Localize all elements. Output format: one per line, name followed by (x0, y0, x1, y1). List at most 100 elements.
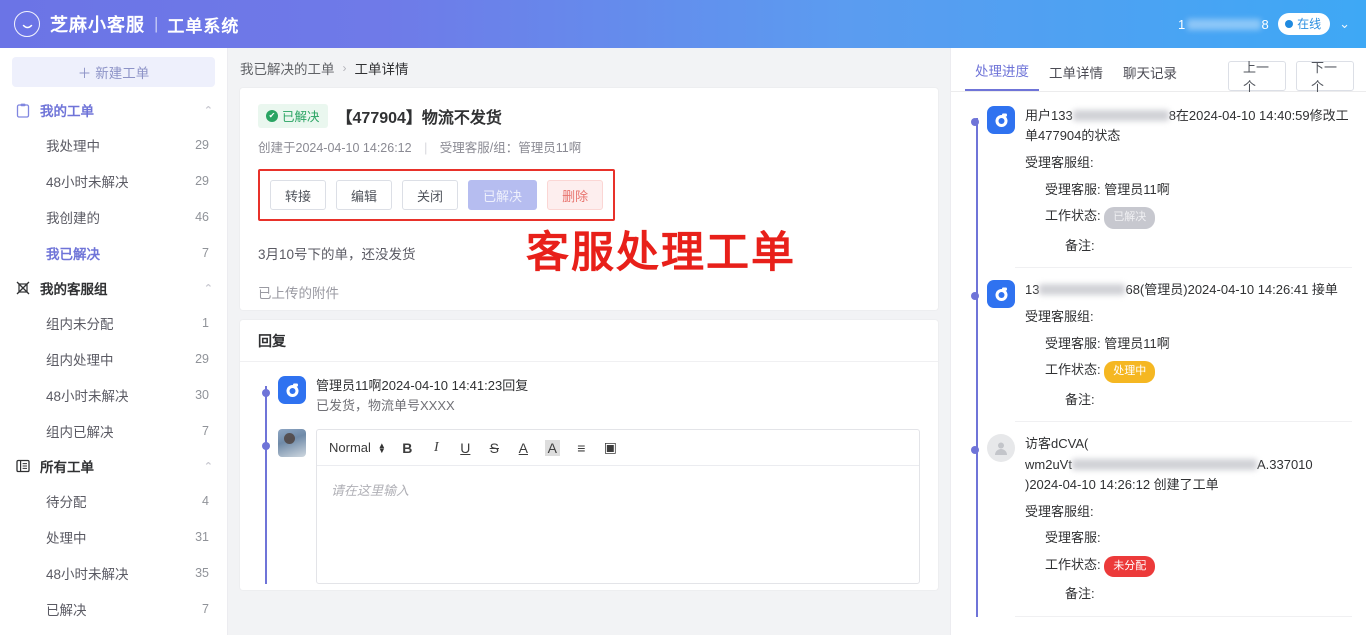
sidebar-item-2-3[interactable]: 已解决 7 (0, 591, 227, 627)
ticket-title: 【477904】物流不发货 (336, 110, 502, 127)
align-icon[interactable]: ≡ (574, 440, 589, 456)
ticket-action-button-3[interactable]: 已解决 (468, 180, 538, 210)
breadcrumb-parent[interactable]: 我已解决的工单 (240, 58, 335, 78)
brand-subtitle: 工单系统 (167, 16, 240, 36)
entry-group-label: 受理客服组: (1025, 503, 1094, 519)
sidebar-item-1-1[interactable]: 组内处理中 29 (0, 341, 227, 377)
user-account-label: 18 (1178, 17, 1269, 32)
app-avatar-icon (987, 280, 1015, 309)
entry-note-label: 备注: (1065, 237, 1095, 253)
reply-editor-row: Normal ▲ ▼ B I U S A A ≡ ▣ 请在这里输入 (260, 429, 920, 584)
progress-entry-content: 13 68(管理员)2024-04-10 14:26:41 接单 受理客服组: 受理客… (1025, 280, 1352, 409)
right-panel-tab-1[interactable]: 工单详情 (1039, 62, 1113, 91)
sidebar-item-1-3[interactable]: 组内已解决 7 (0, 413, 227, 449)
entry-divider (1015, 421, 1352, 423)
sidebar-item-count: 29 (195, 352, 209, 366)
entry-group-label: 受理客服组: (1025, 155, 1094, 171)
sidebar-item-2-1[interactable]: 处理中 31 (0, 519, 227, 555)
masked-segment (1039, 284, 1126, 296)
right-panel-tab-2[interactable]: 聊天记录 (1113, 62, 1187, 91)
ticket-action-button-2[interactable]: 关闭 (402, 180, 459, 210)
progress-entry-content: 访客dCVA(wm2uVt A.337010)2024-04-10 14:26:1… (1025, 434, 1352, 603)
progress-timeline: 用户133 8在2024-04-10 14:40:59修改工单477904的状态受… (951, 92, 1366, 617)
sidebar-item-2-0[interactable]: 待分配 4 (0, 483, 227, 519)
status-badge: 未分配 (1104, 555, 1156, 578)
sidebar-item-0-0[interactable]: 我处理中 29 (0, 127, 227, 163)
sidebar-group-header-2[interactable]: 所有工单 ⌃ (0, 449, 227, 483)
clipboard-icon (16, 103, 33, 118)
header-user-area[interactable]: 18 在线 ⌄ (1178, 13, 1366, 35)
ticket-meta: 创建于2024-04-10 14:26:12 | 受理客服/组：管理员11啊 (258, 137, 920, 156)
ticket-action-button-group: 转接 编辑 关闭 已解决 删除 (258, 169, 616, 221)
italic-icon[interactable]: I (429, 440, 444, 456)
entry-agent-row: 受理客服: (1025, 528, 1352, 548)
strikethrough-icon[interactable]: S (487, 440, 502, 456)
sidebar-item-count: 1 (202, 316, 209, 330)
sidebar-item-count: 7 (202, 424, 209, 438)
entry-status-label: 工作状态: (1045, 556, 1101, 572)
text-color-icon[interactable]: A (516, 440, 531, 456)
ticket-action-button-1[interactable]: 编辑 (336, 180, 393, 210)
ticket-body-text: 3月10号下的单，还没发货 (258, 247, 416, 262)
sidebar-group-label: 我的客服组 (40, 282, 108, 297)
ticket-body: 3月10号下的单，还没发货 已上传的附件 (258, 243, 920, 302)
ticket-title-row: ✔ 已解决 【477904】物流不发货 (258, 104, 920, 128)
entry-divider (1015, 615, 1352, 617)
progress-entry-row: 13 68(管理员)2024-04-10 14:26:41 接单 受理客服组: 受理客… (969, 280, 1352, 421)
right-panel-tab-0[interactable]: 处理进度 (965, 60, 1039, 91)
sidebar-item-0-3[interactable]: 我已解决 7 (0, 235, 227, 271)
new-ticket-button[interactable]: ＋ 新建工单 (12, 57, 215, 87)
plus-icon: ＋ (77, 66, 92, 81)
sidebar-group-list: 我的工单 ⌃ 我处理中 29 48小时未解决 29 我创建的 46 我已解决 7 我的客服组 ⌃ 组内未… (0, 93, 227, 627)
masked-segment (1072, 110, 1169, 121)
chevron-down-icon[interactable]: ⌄ (1339, 16, 1350, 32)
sidebar-item-label: 组内已解决 (46, 425, 114, 440)
sidebar-item-count: 7 (202, 602, 209, 616)
sidebar-item-1-2[interactable]: 48小时未解决 30 (0, 377, 227, 413)
sidebar-item-count: 30 (195, 388, 209, 402)
reply-input-placeholder[interactable]: 请在这里输入 (317, 466, 919, 513)
progress-entry-content: 用户133 8在2024-04-10 14:40:59修改工单477904的状态受… (1025, 106, 1352, 255)
reply-entry-header: 管理员11啊2024-04-10 14:41:23回复 (316, 378, 529, 393)
entry-status-row: 工作状态: 处理中 (1025, 360, 1352, 383)
sidebar-item-1-0[interactable]: 组内未分配 1 (0, 305, 227, 341)
progress-entry-row: 访客dCVA(wm2uVt A.337010)2024-04-10 14:26:1… (969, 434, 1352, 615)
entry-head-after: 68(管理员)2024-04-10 14:26:41 接单 (1125, 282, 1338, 298)
text-background-icon[interactable]: A (544, 439, 560, 456)
status-badge-online[interactable]: 在线 (1278, 13, 1331, 35)
sidebar-item-0-1[interactable]: 48小时未解决 29 (0, 163, 227, 199)
reply-section-title: 回复 (240, 320, 938, 362)
status-badge: 已解决 (1104, 207, 1156, 229)
next-ticket-button[interactable]: 下一个 (1296, 60, 1354, 94)
ticket-action-button-4[interactable]: 删除 (547, 180, 604, 210)
brand-logo-area[interactable]: 芝麻小客服 | 工单系统 (0, 11, 239, 37)
entry-status-label: 工作状态: (1045, 362, 1101, 378)
bold-icon[interactable]: B (400, 440, 415, 456)
entry-head-before: 用户133 (1025, 108, 1073, 123)
brand-name: 芝麻小客服 (50, 15, 145, 35)
reply-editor[interactable]: Normal ▲ ▼ B I U S A A ≡ ▣ 请在这里输入 (316, 429, 920, 584)
entry-head-before: 访客dCVA( (1025, 436, 1089, 452)
user-suffix: 8 (1261, 16, 1270, 32)
ticket-action-button-0[interactable]: 转接 (270, 180, 327, 210)
sidebar-group-header-1[interactable]: 我的客服组 ⌃ (0, 271, 227, 305)
online-dot-icon (1285, 19, 1294, 28)
user-masked-segment (1186, 18, 1261, 30)
timeline-dot (262, 389, 270, 397)
ticket-status-label: 已解决 (282, 110, 320, 124)
image-icon[interactable]: ▣ (603, 439, 618, 456)
reply-timeline: 管理员11啊2024-04-10 14:41:23回复 已发货，物流单号XXXX … (240, 362, 938, 584)
ticket-nav-buttons: 上一个 下一个 (1228, 60, 1354, 94)
sidebar-item-0-2[interactable]: 我创建的 46 (0, 199, 227, 235)
entry-note-label: 备注: (1065, 391, 1095, 407)
reply-entry: 管理员11啊2024-04-10 14:41:23回复 已发货，物流单号XXXX (260, 376, 920, 415)
underline-icon[interactable]: U (458, 440, 473, 456)
prev-ticket-button[interactable]: 上一个 (1228, 60, 1286, 94)
smiley-logo-icon (14, 11, 40, 37)
sidebar-item-label: 组内处理中 (46, 353, 114, 368)
format-select[interactable]: Normal ▲ ▼ (329, 440, 386, 455)
sidebar-item-label: 48小时未解决 (46, 567, 129, 582)
entry-agent-value: 管理员11啊 (1104, 335, 1170, 351)
sidebar-item-2-2[interactable]: 48小时未解决 35 (0, 555, 227, 591)
sidebar-group-header-0[interactable]: 我的工单 ⌃ (0, 93, 227, 127)
